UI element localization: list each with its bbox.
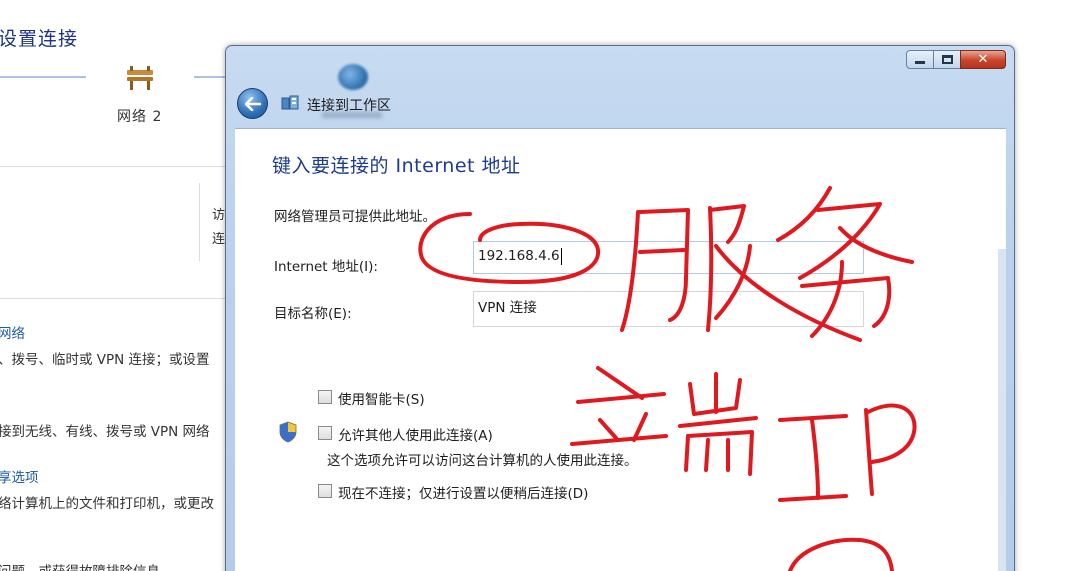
workplace-network-icon	[281, 95, 299, 110]
minimize-icon	[915, 61, 925, 64]
close-button[interactable]: ✕	[960, 50, 1006, 69]
dialog-heading: 键入要连接的 Internet 地址	[272, 155, 521, 177]
connect-network-desc: 接到无线、有线、拨号或 VPN 网络	[0, 424, 210, 440]
smartcard-option[interactable]: 使用智能卡(S)	[318, 388, 425, 408]
network-map-line	[0, 76, 86, 78]
dont-connect-label: 现在不连接；仅进行设置以便稍后连接(D)	[338, 486, 589, 502]
uac-shield-icon	[279, 421, 297, 443]
close-icon: ✕	[977, 52, 989, 67]
connection-text: 连	[212, 232, 226, 247]
allow-others-description: 这个选项允许可以访问这台计算机的人使用此连接。	[327, 453, 638, 469]
bench-network-icon	[127, 66, 153, 90]
allow-others-label: 允许其他人使用此连接(A)	[338, 428, 493, 444]
destination-name-value: VPN 连接	[478, 300, 537, 316]
connect-to-workplace-dialog: ✕ 连接到工作区 键入要连接的 Internet 地址 网络管理员可提供此地址。…	[225, 45, 1015, 571]
smartcard-checkbox[interactable]	[318, 390, 332, 404]
divider	[199, 183, 200, 261]
internet-address-value: 192.168.4.6	[478, 248, 560, 264]
blurred-globe-icon	[338, 64, 368, 90]
destination-name-label: 目标名称(E):	[274, 306, 352, 322]
divider	[0, 166, 230, 167]
access-text: 访	[212, 208, 226, 223]
maximize-button[interactable]	[933, 50, 961, 69]
divider	[0, 298, 230, 299]
minimize-button[interactable]	[906, 50, 934, 69]
window-controls: ✕	[906, 50, 1006, 69]
dont-connect-checkbox[interactable]	[318, 484, 332, 498]
screenshot: 设置连接 网络 2 访 连 网络 、拨号、临时或 VPN 连接；或设置 接到无线…	[0, 0, 1085, 571]
destination-name-input[interactable]: VPN 连接	[473, 291, 864, 327]
internet-address-input[interactable]: 192.168.4.6	[473, 241, 864, 274]
address-hint: 网络管理员可提供此地址。	[274, 209, 436, 225]
allow-others-option[interactable]: 允许其他人使用此连接(A)	[318, 424, 493, 444]
network-name-label[interactable]: 网络 2	[117, 106, 162, 126]
sharing-options-desc: 络计算机上的文件和打印机，或更改	[0, 496, 214, 512]
dialog-edge	[998, 249, 1006, 571]
text-caret	[560, 247, 562, 265]
sharing-options-link[interactable]: 享选项	[0, 466, 39, 486]
maximize-icon	[941, 55, 953, 64]
allow-others-checkbox[interactable]	[318, 426, 332, 440]
page-title: 设置连接	[0, 28, 79, 50]
back-button[interactable]	[237, 88, 268, 119]
back-arrow-icon	[244, 96, 261, 111]
address-label: Internet 地址(I):	[274, 259, 378, 275]
dialog-content: 键入要连接的 Internet 地址 网络管理员可提供此地址。 Internet…	[235, 128, 1006, 571]
dont-connect-option[interactable]: 现在不连接；仅进行设置以便稍后连接(D)	[318, 482, 588, 502]
dialog-title: 连接到工作区	[307, 98, 391, 114]
setup-network-link[interactable]: 网络	[0, 322, 25, 342]
troubleshoot-desc: 问题，或获得故障排除信息	[0, 560, 160, 571]
setup-network-desc: 、拨号、临时或 VPN 连接；或设置	[0, 352, 210, 368]
smartcard-label: 使用智能卡(S)	[338, 392, 425, 408]
